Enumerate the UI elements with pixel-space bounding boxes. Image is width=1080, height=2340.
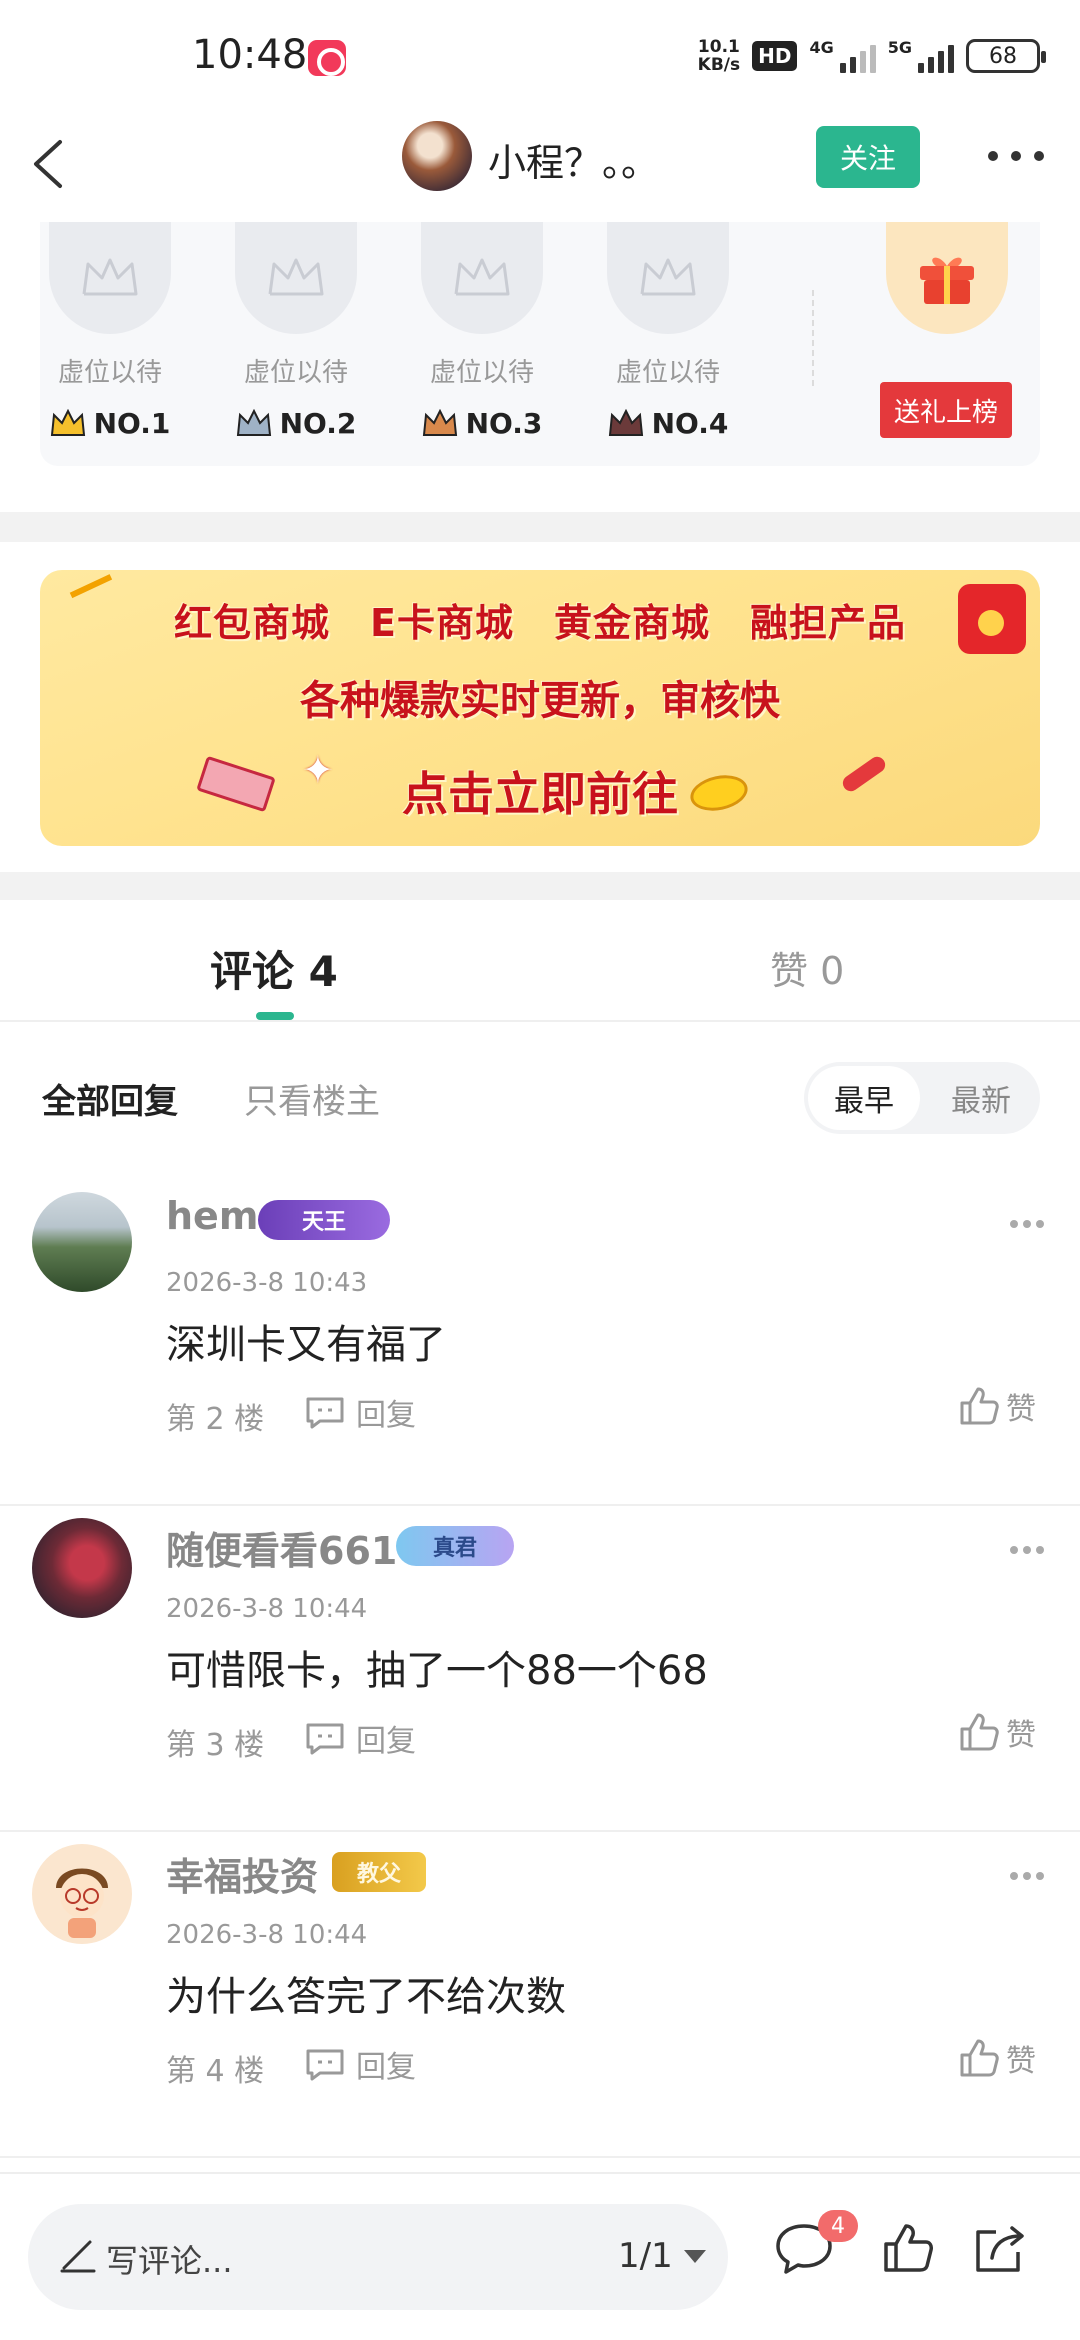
silver-crown-icon — [236, 408, 271, 436]
avatar[interactable] — [32, 1518, 132, 1618]
user-level-badge: 天王 — [258, 1200, 390, 1240]
comment-time: 2026-3-8 10:44 — [166, 1920, 368, 1950]
page-indicator[interactable]: 1/1 — [618, 2236, 673, 2276]
comment-text: 可惜限卡，抽了一个88一个68 — [166, 1648, 708, 1694]
comment-time: 2026-3-8 10:43 — [166, 1268, 368, 1298]
avatar[interactable] — [32, 1844, 132, 1944]
signal-icon — [839, 39, 876, 73]
reply-icon — [306, 1723, 344, 1755]
battery-icon: 68 — [966, 39, 1046, 73]
thumbs-up-icon — [960, 1713, 999, 1751]
section-divider — [0, 512, 1080, 542]
comment-input-placeholder[interactable]: 写评论... — [106, 2236, 233, 2282]
avatar[interactable] — [32, 1192, 132, 1292]
user-level-badge: 真君 — [396, 1526, 514, 1566]
empty-seat-crown-icon — [607, 222, 729, 334]
thumbs-up-icon — [960, 2039, 999, 2077]
tab-comments[interactable]: 评论 4 — [210, 938, 338, 999]
status-bar: 10:48 10.1 KB/s HD 4G 5G 68 — [0, 0, 1080, 110]
rank-slot[interactable]: 虚位以待 NO.3 — [412, 222, 552, 440]
sort-toggle: 最早 最新 — [804, 1062, 1040, 1134]
active-tab-indicator — [256, 1012, 294, 1020]
reply-button[interactable]: 回复 — [304, 1390, 416, 1434]
comment-more-icon[interactable] — [1010, 1220, 1044, 1228]
author-name[interactable]: 小程？。。 — [488, 132, 659, 187]
more-options-icon[interactable] — [988, 146, 1044, 166]
comment-item: 随便看看661 真君 2026-3-8 10:44 可惜限卡，抽了一个88一个6… — [0, 1506, 1080, 1832]
empty-seat-crown-icon — [49, 222, 171, 334]
comment-text: 为什么答完了不给次数 — [166, 1974, 566, 2020]
gift-ranking-panel: 虚位以待 NO.1 虚位以待 NO.2 虚位以待 NO.3 虚位以待 NO.4 … — [40, 222, 1040, 466]
banner-line-1: 红包商城 E卡商城 黄金商城 融担产品 — [173, 601, 906, 645]
sort-newest-button[interactable]: 最新 — [926, 1066, 1036, 1130]
top-nav-bar: 小程？。。 关注 — [0, 110, 1080, 220]
comment-text: 深圳卡又有福了 — [166, 1322, 446, 1368]
like-button[interactable]: 赞 — [958, 2036, 1036, 2080]
banner-cta[interactable]: 点击立即前往 — [40, 758, 1040, 824]
floor-number: 第 3 楼 — [166, 1728, 265, 1763]
empty-seat-crown-icon — [421, 222, 543, 334]
promo-banner[interactable]: 红包商城 E卡商城 黄金商城 融担产品 各种爆款实时更新，审核快 ✦ 点击立即前往 — [40, 570, 1040, 846]
divider — [812, 290, 814, 386]
net-5g-label: 5G — [887, 38, 912, 57]
comment-time: 2026-3-8 10:44 — [166, 1594, 368, 1624]
net-4g-label: 4G — [809, 38, 834, 57]
sort-earliest-button[interactable]: 最早 — [808, 1066, 920, 1130]
rank-slot[interactable]: 虚位以待 NO.2 — [226, 222, 366, 440]
tab-likes[interactable]: 赞 0 — [770, 940, 844, 995]
dark-crown-icon — [608, 408, 643, 436]
comment-more-icon[interactable] — [1010, 1872, 1044, 1880]
rank-slot[interactable]: 虚位以待 NO.4 — [598, 222, 738, 440]
empty-seat-crown-icon — [235, 222, 357, 334]
comment-more-icon[interactable] — [1010, 1546, 1044, 1554]
comment-composer[interactable]: 写评论... 1/1 — [28, 2204, 728, 2310]
reply-button[interactable]: 回复 — [304, 1716, 416, 1760]
author-avatar[interactable] — [402, 121, 472, 191]
comment-author-name[interactable]: 幸福投资 — [166, 1846, 318, 1901]
thumbs-up-icon — [960, 1387, 999, 1425]
reply-icon — [306, 2049, 344, 2081]
app-notification-icon — [308, 40, 346, 76]
reply-button[interactable]: 回复 — [304, 2042, 416, 2086]
reply-filter-bar: 全部回复 只看楼主 最早 最新 — [0, 1022, 1080, 1172]
filter-owner-only[interactable]: 只看楼主 — [244, 1074, 380, 1123]
thumbs-up-icon[interactable] — [880, 2220, 936, 2276]
bottom-action-bar: 写评论... 1/1 4 — [0, 2172, 1080, 2340]
network-speed: 10.1 KB/s — [697, 37, 741, 75]
status-indicators: 10.1 KB/s HD 4G 5G 68 — [697, 37, 1046, 75]
signal-icon — [918, 39, 954, 73]
comment-like-tabs: 评论 4 赞 0 — [0, 900, 1080, 1022]
status-time: 10:48 — [192, 32, 308, 78]
comment-item: 幸福投资 教父 2026-3-8 10:44 为什么答完了不给次数 第 4 楼 … — [0, 1832, 1080, 2158]
chevron-down-icon[interactable] — [684, 2250, 706, 2263]
hd-icon: HD — [752, 41, 798, 71]
comment-author-name[interactable]: hem — [166, 1194, 258, 1238]
floor-number: 第 4 楼 — [166, 2054, 265, 2089]
gold-crown-icon — [50, 408, 85, 436]
user-level-badge: 教父 — [332, 1852, 426, 1892]
like-button[interactable]: 赞 — [958, 1710, 1036, 1754]
follow-button[interactable]: 关注 — [816, 126, 920, 188]
comment-count-badge: 4 — [818, 2210, 858, 2242]
rank-slot[interactable]: 虚位以待 NO.1 — [40, 222, 180, 440]
reply-icon — [306, 1397, 344, 1429]
floor-number: 第 2 楼 — [166, 1402, 265, 1437]
bronze-crown-icon — [422, 408, 457, 436]
comment-author-name[interactable]: 随便看看661 — [166, 1520, 397, 1575]
section-divider — [0, 872, 1080, 900]
back-arrow-icon[interactable] — [22, 132, 82, 196]
pencil-icon — [60, 2240, 96, 2273]
send-gift-button[interactable]: 送礼上榜 — [880, 382, 1012, 438]
gift-box-icon[interactable] — [886, 222, 1008, 334]
like-button[interactable]: 赞 — [958, 1384, 1036, 1428]
share-icon[interactable] — [970, 2220, 1030, 2276]
filter-all-replies[interactable]: 全部回复 — [42, 1074, 178, 1123]
banner-line-2: 各种爆款实时更新，审核快 — [300, 678, 780, 724]
comment-item: hem 天王 2026-3-8 10:43 深圳卡又有福了 第 2 楼 回复 赞 — [0, 1180, 1080, 1506]
